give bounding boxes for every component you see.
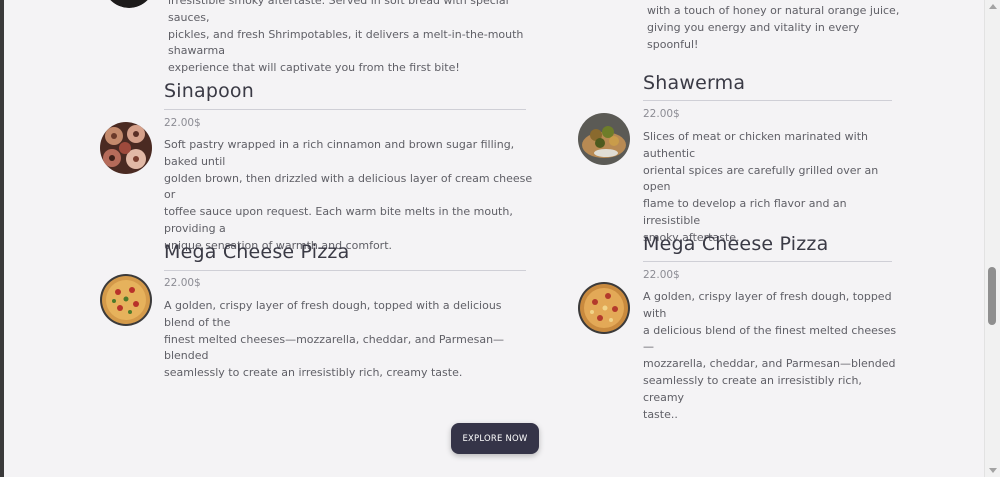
title-divider xyxy=(164,270,526,271)
scroll-down-arrow-icon[interactable] xyxy=(989,468,997,473)
pizza-image xyxy=(100,274,152,326)
item-description: Soft pastry wrapped in a rich cinnamon a… xyxy=(164,138,533,252)
item-description: Slices of meat or chicken marinated with… xyxy=(643,130,879,244)
title-divider xyxy=(643,100,892,101)
title-divider xyxy=(164,109,526,110)
left-top-description: irresistible smoky aftertaste. Served in… xyxy=(168,0,524,75)
item-description: A golden, crispy layer of fresh dough, t… xyxy=(643,290,897,421)
item-description: A golden, crispy layer of fresh dough, t… xyxy=(164,299,505,380)
item-price: 22.00$ xyxy=(164,277,201,289)
title-divider xyxy=(643,261,892,262)
scroll-up-arrow-icon[interactable] xyxy=(989,4,997,9)
item-title: Sinapoon xyxy=(164,80,254,102)
cropped-food-image xyxy=(103,0,155,8)
shawerma-image xyxy=(578,113,630,165)
item-title: Mega Cheese Pizza xyxy=(164,241,350,263)
vertical-scrollbar[interactable] xyxy=(984,0,1000,477)
item-price: 22.00$ xyxy=(643,269,680,281)
menu-page: irresistible smoky aftertaste. Served in… xyxy=(4,0,985,477)
item-price: 22.00$ xyxy=(164,117,201,129)
item-title: Shawerma xyxy=(643,72,746,94)
item-title: Mega Cheese Pizza xyxy=(643,233,829,255)
pizza-image xyxy=(578,282,630,334)
scrollbar-thumb[interactable] xyxy=(988,267,996,325)
right-top-description: with a touch of honey or natural orange … xyxy=(647,4,900,51)
cinnamon-rolls-image xyxy=(100,122,152,174)
explore-now-button[interactable]: EXPLORE NOW xyxy=(451,423,539,454)
item-price: 22.00$ xyxy=(643,108,680,120)
